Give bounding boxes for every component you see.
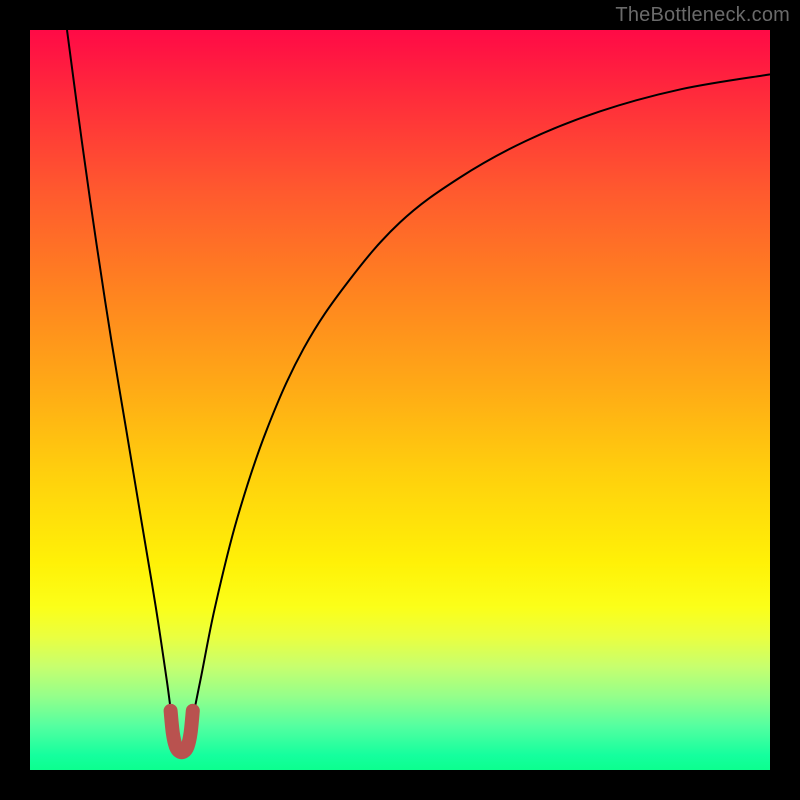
series-minimum-marker [171, 711, 193, 752]
series-curve [67, 30, 770, 748]
chart-frame: TheBottleneck.com [0, 0, 800, 800]
plot-area [30, 30, 770, 770]
watermark-label: TheBottleneck.com [615, 4, 790, 27]
chart-svg [30, 30, 770, 770]
